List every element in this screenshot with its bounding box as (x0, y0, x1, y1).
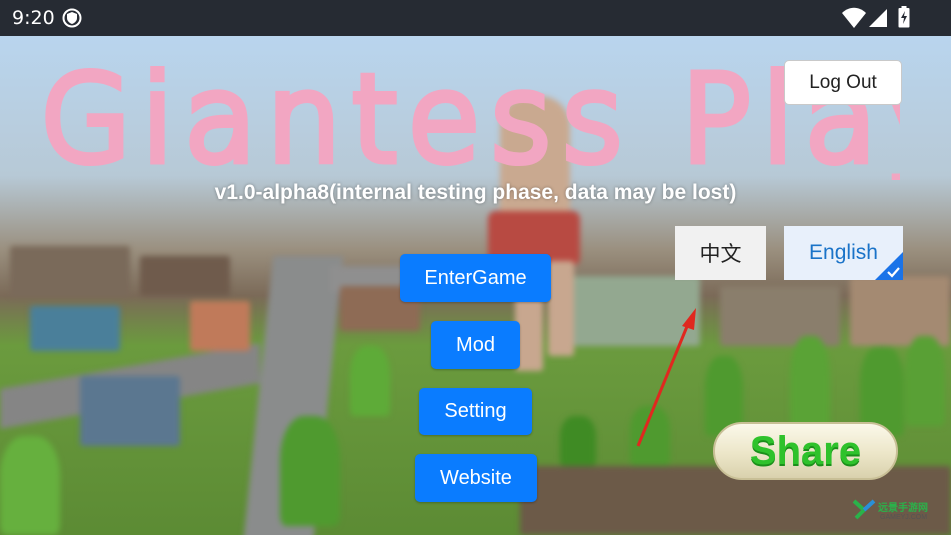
watermark-text: 远景手游网 (878, 503, 928, 514)
language-chinese-label: 中文 (699, 242, 742, 266)
mod-button[interactable]: Mod (431, 321, 520, 369)
game-scene: Giantess Play v1.0-alpha8(internal testi… (0, 36, 951, 535)
clock: 9:20 (12, 7, 55, 29)
shield-icon (62, 8, 82, 28)
battery-charging-icon (898, 6, 910, 28)
cell-signal-icon (869, 9, 887, 27)
status-bar: 9:20 (0, 0, 951, 36)
website-button[interactable]: Website (415, 454, 537, 502)
watermark-logo-icon (852, 499, 876, 520)
watermark: 远景手游网 GAMEYJ.COM (852, 498, 944, 530)
language-english-button[interactable]: English (784, 226, 903, 280)
watermark-subtext: GAMEYJ.COM (880, 514, 928, 521)
checkmark-icon (875, 252, 903, 280)
title-logo: Giantess Play (40, 50, 900, 180)
share-button[interactable]: Share (713, 422, 898, 480)
game-title: Giantess Play (40, 50, 900, 180)
version-text: v1.0-alpha8(internal testing phase, data… (214, 181, 737, 204)
logout-button[interactable]: Log Out (784, 60, 902, 105)
setting-button[interactable]: Setting (419, 388, 532, 435)
wifi-icon (842, 7, 866, 28)
enter-game-button[interactable]: EnterGame (400, 254, 551, 302)
language-chinese-button[interactable]: 中文 (675, 226, 766, 280)
language-english-label: English (809, 241, 878, 264)
annotation-arrow-icon (636, 308, 696, 447)
